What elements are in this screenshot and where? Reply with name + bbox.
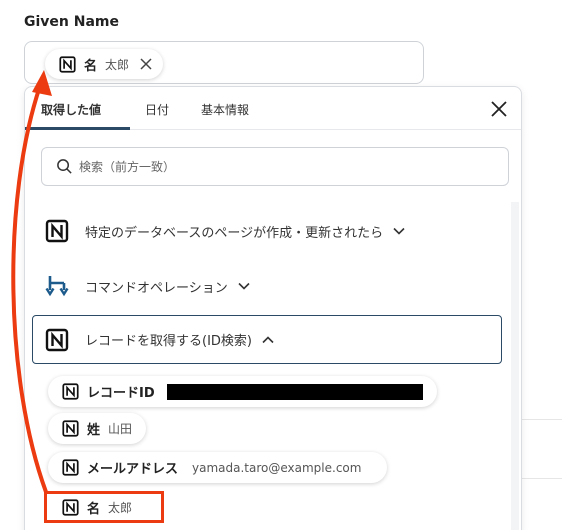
value-text: yamada.taro@example.com — [192, 460, 362, 475]
tab-basic-info[interactable]: 基本情報 — [201, 101, 249, 118]
notion-icon — [62, 383, 79, 400]
command-operation-icon — [45, 276, 69, 297]
chevron-down-icon — [238, 282, 250, 290]
value-chip-last-name[interactable]: 姓 山田 — [48, 413, 147, 444]
section-command-operation[interactable]: コマンドオペレーション — [33, 262, 501, 310]
background-divider — [522, 419, 562, 420]
tab-acquired-values[interactable]: 取得した値 — [41, 101, 101, 118]
background-divider — [522, 478, 562, 479]
value-name: 姓 — [87, 423, 101, 438]
value-chip-record-id[interactable]: レコードID — [48, 376, 437, 407]
notion-icon — [45, 219, 69, 243]
chip-value: 太郎 — [105, 57, 130, 72]
annotation-highlight-box — [44, 491, 164, 523]
notion-icon — [62, 420, 79, 437]
tab-date[interactable]: 日付 — [145, 101, 169, 118]
selected-value-chip[interactable]: 名 太郎 — [45, 49, 164, 79]
chevron-up-icon — [262, 335, 274, 343]
section-label: 特定のデータベースのページが作成・更新されたら — [85, 225, 384, 241]
notion-icon — [45, 328, 69, 351]
close-icon[interactable] — [489, 99, 509, 119]
search-input[interactable] — [79, 159, 459, 174]
chip-name: 名 — [84, 58, 98, 74]
section-label: レコードを取得する(ID検索) — [85, 334, 252, 349]
value-chip-email[interactable]: メールアドレス yamada.taro@example.com — [48, 452, 388, 483]
field-label: Given Name — [24, 14, 119, 30]
value-text: 山田 — [108, 422, 133, 436]
section-get-record[interactable]: レコードを取得する(ID検索) — [32, 315, 502, 364]
search-box — [41, 147, 509, 186]
redacted-value — [166, 383, 423, 400]
section-label: コマンドオペレーション — [85, 280, 228, 296]
notion-icon — [62, 459, 79, 476]
chevron-down-icon — [393, 227, 405, 235]
active-tab-indicator — [25, 127, 130, 130]
section-database-trigger[interactable]: 特定のデータベースのページが作成・更新されたら — [33, 207, 501, 255]
notion-icon — [59, 55, 76, 73]
value-name: メールアドレス — [87, 462, 179, 477]
tab-bar: 取得した値 日付 基本情報 — [25, 87, 521, 130]
search-icon — [57, 159, 72, 174]
value-name: レコードID — [87, 386, 155, 401]
remove-chip-icon[interactable] — [139, 57, 153, 71]
scrollbar[interactable] — [511, 202, 519, 530]
